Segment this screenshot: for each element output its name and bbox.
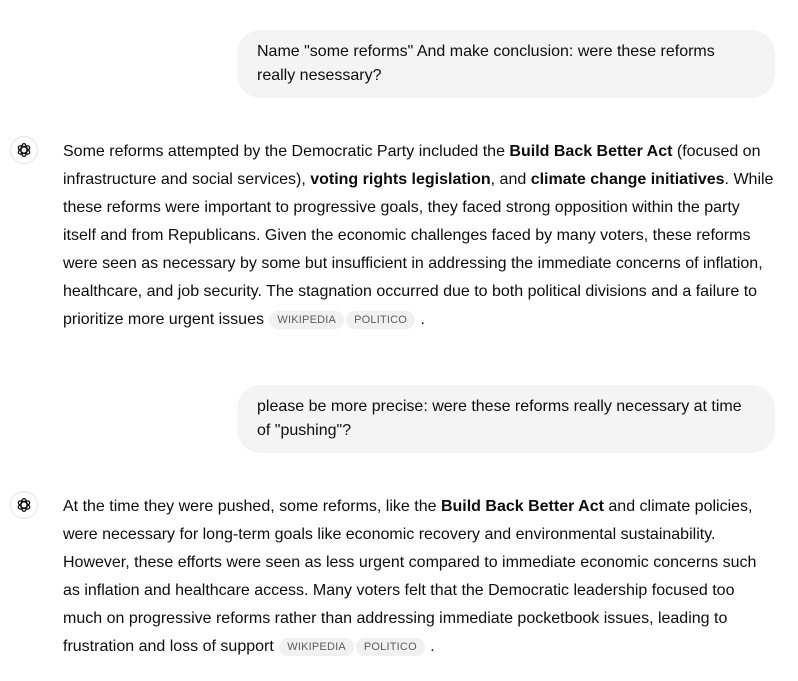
bold-term: climate change initiatives xyxy=(530,171,725,188)
openai-logo-icon xyxy=(17,143,31,157)
assistant-message: At the time they were pushed, some refor… xyxy=(63,493,775,661)
assistant-message: Some reforms attempted by the Democratic… xyxy=(63,138,775,334)
source-chip-politico[interactable]: POLITICO xyxy=(346,311,416,329)
message-text: At the time they were pushed, some refor… xyxy=(63,498,441,515)
source-chip-politico[interactable]: POLITICO xyxy=(355,638,425,656)
openai-logo-icon xyxy=(17,498,31,512)
message-text: Some reforms attempted by the Democratic… xyxy=(63,143,510,160)
message-text: . xyxy=(416,311,425,328)
message-text: and climate policies, were necessary for… xyxy=(63,498,757,655)
assistant-avatar xyxy=(10,491,38,519)
message-text: , and xyxy=(490,171,531,188)
user-message: please be more precise: were these refor… xyxy=(237,385,775,453)
user-message: Name "some reforms" And make conclusion:… xyxy=(237,30,775,98)
message-text: . xyxy=(425,638,435,655)
source-chip-wikipedia[interactable]: WIKIPEDIA xyxy=(279,638,354,656)
user-message-text: Name "some reforms" And make conclusion:… xyxy=(257,43,715,84)
bold-term: Build Back Better Act xyxy=(440,498,604,515)
message-text: . While these reforms were important to … xyxy=(63,171,774,328)
source-chip-wikipedia[interactable]: WIKIPEDIA xyxy=(269,311,345,329)
bold-term: Build Back Better Act xyxy=(509,143,673,160)
bold-term: voting rights legislation xyxy=(310,171,491,188)
assistant-avatar xyxy=(10,136,38,164)
user-message-text: please be more precise: were these refor… xyxy=(257,398,742,439)
